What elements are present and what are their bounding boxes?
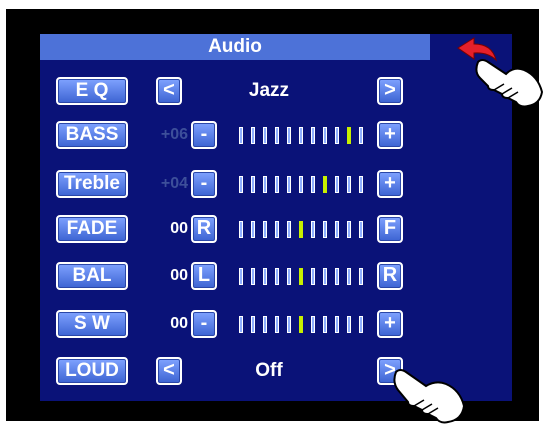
slider-tick — [335, 221, 339, 238]
slider-tick — [311, 268, 315, 285]
slider-tick — [263, 176, 267, 193]
sw-label-button[interactable]: S W — [56, 310, 128, 338]
slider-tick — [251, 127, 255, 144]
slider-tick — [275, 221, 279, 238]
slider-tick — [311, 221, 315, 238]
slider-tick — [251, 221, 255, 238]
slider-tick — [287, 221, 291, 238]
slider-tick — [347, 176, 351, 193]
fade-value: 00 — [170, 220, 188, 237]
slider-tick — [347, 316, 351, 333]
slider-tick — [239, 176, 243, 193]
slider-tick — [299, 176, 303, 193]
slider-tick — [263, 221, 267, 238]
slider-tick — [359, 316, 363, 333]
slider-tick — [311, 316, 315, 333]
slider-tick — [263, 127, 267, 144]
sw-decrease-button[interactable]: - — [191, 310, 217, 338]
slider-tick — [251, 268, 255, 285]
slider-tick — [251, 176, 255, 193]
slider-tick — [311, 127, 315, 144]
eq-next-button[interactable]: > — [377, 77, 403, 105]
eq-value: Jazz — [248, 80, 290, 101]
slider-tick — [335, 316, 339, 333]
slider-tick — [275, 316, 279, 333]
slider-tick — [287, 127, 291, 144]
slider-tick — [239, 268, 243, 285]
slider-tick — [239, 127, 243, 144]
slider-tick — [275, 127, 279, 144]
bass-label-button[interactable]: BASS — [56, 121, 128, 149]
loud-value: Off — [255, 360, 283, 381]
slider-tick — [323, 268, 327, 285]
eq-label-button[interactable]: E Q — [56, 77, 128, 105]
slider-tick — [323, 127, 327, 144]
slider-tick — [239, 221, 243, 238]
slider-tick — [287, 176, 291, 193]
sw-value: 00 — [170, 315, 188, 332]
treble-decrease-button[interactable]: - — [191, 170, 217, 198]
loud-label-button[interactable]: LOUD — [56, 357, 128, 385]
treble-increase-button[interactable]: + — [377, 170, 403, 198]
slider-tick — [359, 268, 363, 285]
slider-tick — [359, 127, 363, 144]
slider-tick — [251, 316, 255, 333]
page-title: Audio — [40, 34, 430, 60]
slider-tick — [311, 176, 315, 193]
pointing-hand-icon — [393, 369, 466, 424]
treble-value: +04 — [160, 175, 188, 192]
slider-tick — [335, 127, 339, 144]
sw-slider[interactable] — [237, 310, 367, 338]
slider-tick — [359, 221, 363, 238]
slider-tick — [359, 176, 363, 193]
slider-tick — [323, 316, 327, 333]
slider-tick — [263, 316, 267, 333]
slider-tick — [299, 316, 303, 333]
slider-tick — [275, 176, 279, 193]
bass-value: +06 — [160, 126, 188, 143]
slider-tick — [299, 127, 303, 144]
fade-label-button[interactable]: FADE — [56, 215, 128, 243]
pointer-hand-top — [468, 48, 544, 115]
bal-label-button[interactable]: BAL — [56, 262, 128, 290]
fade-slider[interactable] — [237, 215, 367, 243]
slider-tick — [335, 268, 339, 285]
bass-decrease-button[interactable]: - — [191, 121, 217, 149]
slider-tick — [239, 316, 243, 333]
slider-tick — [299, 221, 303, 238]
bass-increase-button[interactable]: + — [377, 121, 403, 149]
bal-right-button[interactable]: R — [377, 262, 403, 290]
sw-increase-button[interactable]: + — [377, 310, 403, 338]
slider-tick — [347, 221, 351, 238]
fade-front-button[interactable]: F — [377, 215, 403, 243]
slider-tick — [275, 268, 279, 285]
slider-tick — [287, 316, 291, 333]
slider-tick — [263, 268, 267, 285]
slider-tick — [347, 127, 351, 144]
slider-tick — [287, 268, 291, 285]
bal-slider[interactable] — [237, 262, 367, 290]
slider-tick — [323, 221, 327, 238]
fade-rear-button[interactable]: R — [191, 215, 217, 243]
slider-tick — [347, 268, 351, 285]
slider-tick — [299, 268, 303, 285]
bal-left-button[interactable]: L — [191, 262, 217, 290]
bal-value: 00 — [170, 267, 188, 284]
bass-slider[interactable] — [237, 121, 367, 149]
slider-tick — [335, 176, 339, 193]
treble-label-button[interactable]: Treble — [56, 170, 128, 198]
pointer-hand-bottom — [386, 364, 466, 431]
pointing-hand-icon — [475, 59, 544, 108]
slider-tick — [323, 176, 327, 193]
treble-slider[interactable] — [237, 170, 367, 198]
